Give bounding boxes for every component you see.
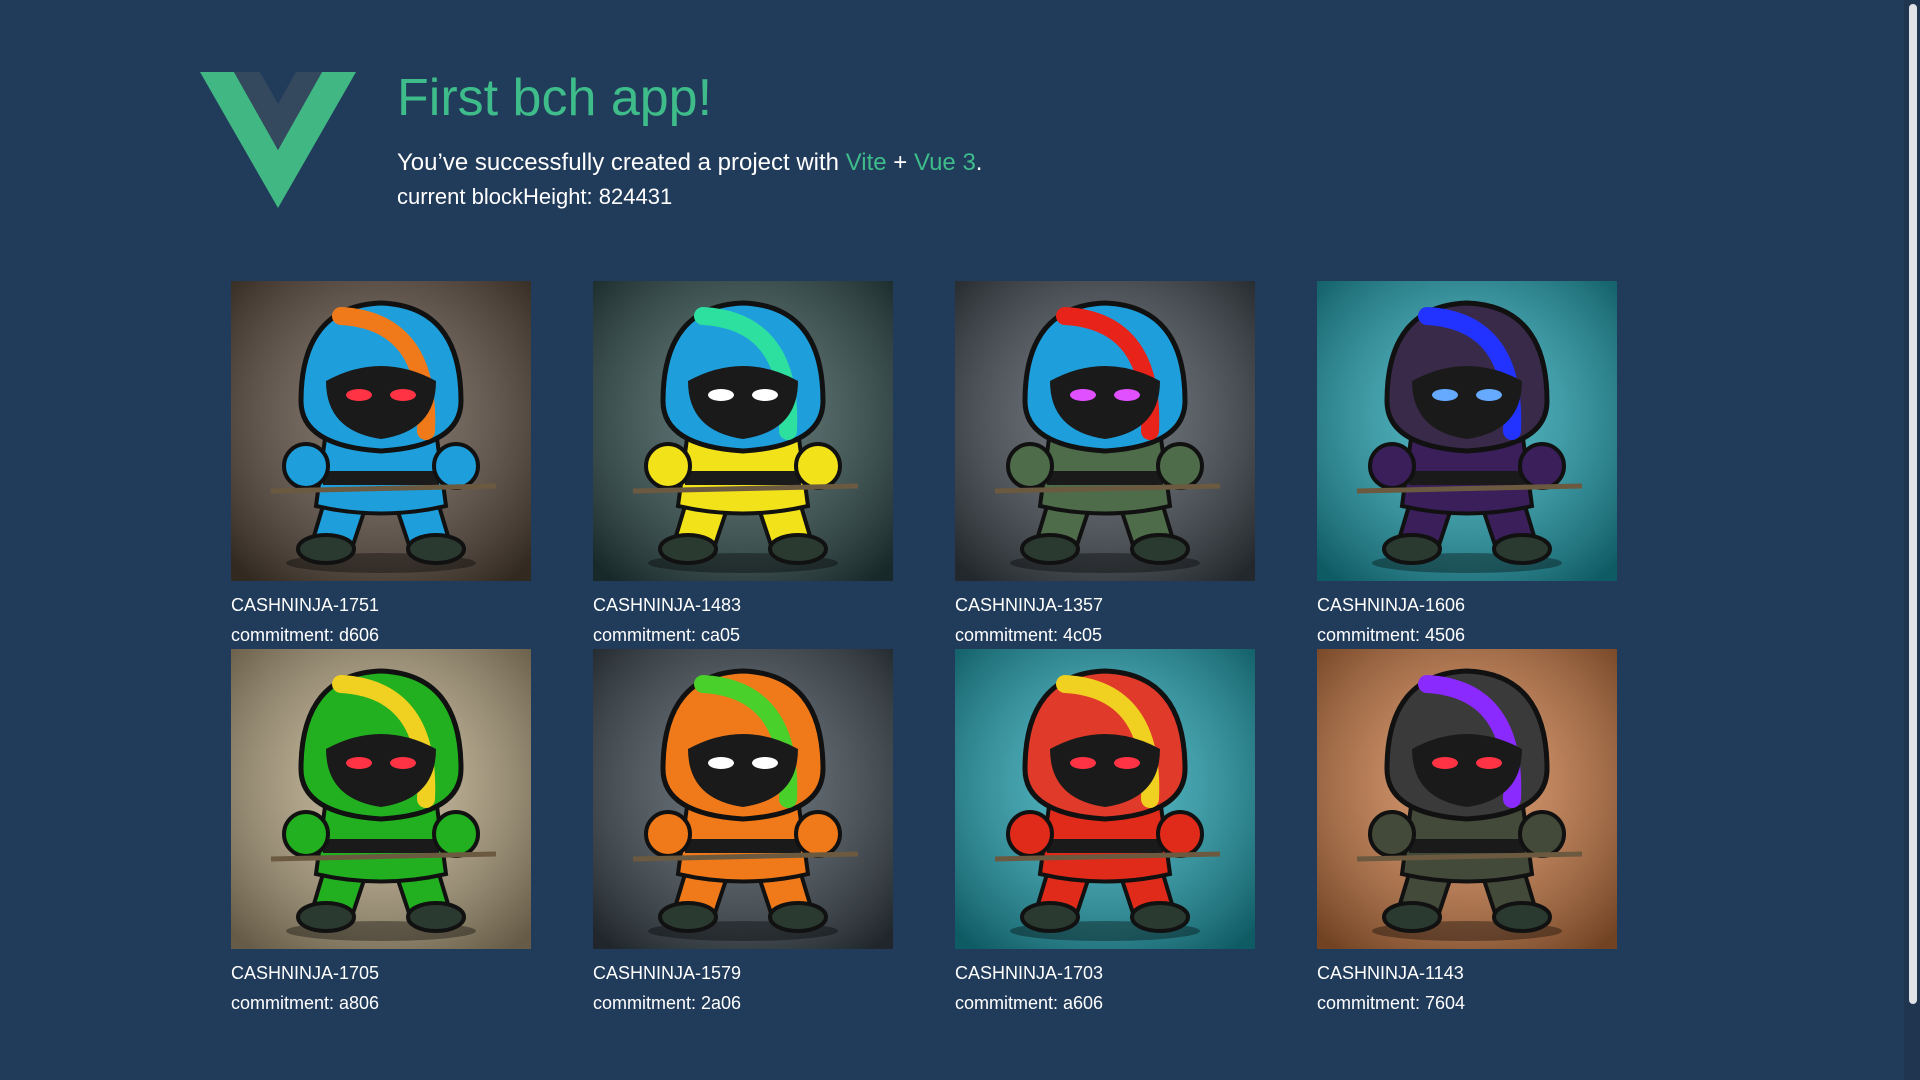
nft-card: CASHNINJA-1606 commitment: 4506 <box>1317 281 1617 649</box>
nft-card: CASHNINJA-1705 commitment: a806 <box>231 649 531 1017</box>
ninja-image <box>955 281 1255 581</box>
nft-name: CASHNINJA-1579 <box>593 963 742 983</box>
nft-name: CASHNINJA-1483 <box>593 595 742 615</box>
nft-name: CASHNINJA-1751 <box>231 595 380 615</box>
page-title: First bch app! <box>397 69 713 127</box>
scrollbar[interactable] <box>1904 0 1920 1080</box>
nft-name: CASHNINJA-1703 <box>955 963 1104 983</box>
subtitle-plus: + <box>886 149 914 176</box>
nft-name: CASHNINJA-1143 <box>1317 963 1464 983</box>
ninja-image <box>593 281 893 581</box>
nft-commitment: commitment: 2a06 <box>593 993 742 1013</box>
nft-name: CASHNINJA-1705 <box>231 963 380 983</box>
ninja-image <box>955 649 1255 949</box>
scrollbar-thumb[interactable] <box>1909 4 1917 1004</box>
nft-commitment: commitment: d606 <box>231 625 380 645</box>
nft-card: CASHNINJA-1483 commitment: ca05 <box>593 281 893 649</box>
nft-commitment: commitment: 7604 <box>1317 993 1466 1013</box>
subtitle: You’ve successfully created a project wi… <box>397 148 982 178</box>
nft-commitment: commitment: 4506 <box>1317 625 1466 645</box>
subtitle-prefix: You’ve successfully created a project wi… <box>397 149 846 176</box>
header: First bch app! You’ve successfully creat… <box>200 70 1400 220</box>
blockheight-label: current blockHeight: <box>397 184 599 209</box>
nft-commitment: commitment: 4c05 <box>955 625 1103 645</box>
vue-logo <box>200 72 356 208</box>
blockheight-line: current blockHeight: 824431 <box>397 182 672 212</box>
nft-card: CASHNINJA-1579 commitment: 2a06 <box>593 649 893 1017</box>
nft-grid: CASHNINJA-1751 commitment: d606 CASHNINJ… <box>231 281 1617 1017</box>
vite-link[interactable]: Vite <box>846 149 887 176</box>
nft-card: CASHNINJA-1751 commitment: d606 <box>231 281 531 649</box>
ninja-image <box>1317 281 1617 581</box>
vue-link[interactable]: Vue 3 <box>914 149 976 176</box>
nft-card: CASHNINJA-1357 commitment: 4c05 <box>955 281 1255 649</box>
ninja-image <box>593 649 893 949</box>
nft-commitment: commitment: a606 <box>955 993 1104 1013</box>
nft-card: CASHNINJA-1703 commitment: a606 <box>955 649 1255 1017</box>
ninja-image <box>231 649 531 949</box>
nft-name: CASHNINJA-1357 <box>955 595 1104 615</box>
nft-commitment: commitment: a806 <box>231 993 380 1013</box>
ninja-image <box>231 281 531 581</box>
ninja-image <box>1317 649 1617 949</box>
blockheight-value: 824431 <box>598 184 673 209</box>
nft-commitment: commitment: ca05 <box>593 625 741 645</box>
nft-name: CASHNINJA-1606 <box>1317 595 1466 615</box>
nft-card: CASHNINJA-1143 commitment: 7604 <box>1317 649 1617 1017</box>
subtitle-suffix: . <box>975 149 983 176</box>
